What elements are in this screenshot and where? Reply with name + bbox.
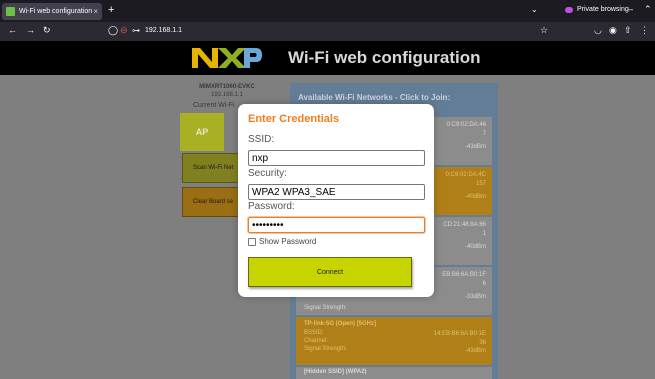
network-channel: 7 (482, 131, 486, 137)
shield-icon[interactable]: ◯ (108, 25, 118, 36)
browser-tab[interactable]: Wi-Fi web configuration × (2, 3, 102, 20)
tab-title: Wi-Fi web configuration (19, 8, 93, 15)
network-channel: 1 (482, 231, 486, 237)
modal-title: Enter Credentials (248, 113, 340, 125)
nxp-logo (192, 44, 262, 72)
device-ip: 192.168.1.1 (211, 92, 243, 98)
account-icon[interactable]: ◉ (609, 25, 617, 36)
credentials-modal: Enter Credentials SSID: nxp Security: WP… (238, 104, 434, 297)
clear-board-settings-button[interactable]: Clear Board se (182, 187, 240, 217)
network-signal-label: Signal Strength: (304, 305, 347, 311)
security-input[interactable]: WPA2 WPA3_SAE (248, 184, 425, 200)
device-name: MIMXRT1060-EVKC (199, 84, 255, 90)
network-channel-label: Channel: (304, 338, 329, 344)
network-channel: 36 (479, 340, 486, 346)
private-mask-icon (565, 6, 573, 13)
key-icon[interactable]: ⊶ (132, 26, 140, 35)
network-channel: 6 (482, 281, 486, 287)
password-input[interactable]: ••••••••• (248, 217, 425, 233)
pocket-icon[interactable]: ◡ (594, 25, 602, 36)
network-channel: 157 (475, 181, 486, 187)
security-label: Security: (248, 168, 287, 179)
network-ssid: TP-link-5G (Open) [5GHz] (304, 321, 376, 327)
show-password-label: Show Password (259, 237, 317, 246)
network-bssid-label: BSSID: (304, 330, 324, 336)
forward-arrow-icon[interactable]: → (26, 25, 35, 35)
tab-list-chevron-icon[interactable]: ⌄ (531, 5, 538, 14)
connect-button[interactable]: Connect (248, 257, 412, 287)
current-wifi-label: Current Wi-Fi (193, 102, 235, 109)
network-signal: -40dBm (464, 244, 486, 250)
network-ssid: [Hidden SSID] (WPA2) (304, 369, 367, 375)
network-bssid: CD:21:48:8A:66 (443, 222, 486, 228)
url-input[interactable]: 192.168.1.1 (145, 27, 182, 34)
private-browsing-indicator: Private browsing (565, 6, 629, 13)
new-tab-button[interactable]: + (108, 4, 114, 16)
tab-close-icon[interactable]: × (93, 7, 98, 16)
networks-header: Available Wi-Fi Networks - Click to Join… (298, 93, 451, 102)
bookmark-star-icon[interactable]: ☆ (540, 25, 548, 36)
site-favicon-icon (6, 7, 15, 16)
network-signal: -43dBm (464, 144, 486, 150)
menu-icon[interactable]: ⋮ (640, 25, 649, 36)
page-header: Wi-Fi web configuration (0, 41, 655, 75)
network-bssid: 0:C9:02:DA:4C (445, 172, 486, 178)
network-bssid: 0:C9:02:DA:46 (446, 122, 486, 128)
password-label: Password: (248, 201, 295, 212)
ssid-label: SSID: (248, 134, 275, 145)
network-bssid: EB:B6:6A:B0:1F (442, 272, 486, 278)
network-bssid: 14:EB:B6:6A:B0:1E (433, 331, 486, 337)
scan-wifi-button[interactable]: Scan Wi-Fi Net (182, 153, 240, 183)
ssid-input[interactable]: nxp (248, 150, 425, 166)
overflow-icon[interactable]: ⌃ (644, 4, 652, 15)
minimize-icon[interactable]: – (628, 4, 633, 14)
network-signal: -33dBm (464, 294, 486, 300)
ap-mode-indicator: AP (180, 113, 224, 151)
show-password-toggle[interactable]: Show Password (248, 237, 316, 246)
back-arrow-icon[interactable]: ← (8, 25, 17, 35)
browser-nav-bar: ← → ↻ ◯ ⊖ ⊶ 192.168.1.1 ☆ ◡ ◉ ⇧ ⋮ (0, 22, 655, 41)
network-signal: -43dBm (464, 348, 486, 354)
reload-icon[interactable]: ↻ (43, 25, 51, 36)
browser-tab-bar: Wi-Fi web configuration × + ⌄ Private br… (0, 0, 655, 22)
network-card[interactable]: TP-link-5G (Open) [5GHz] BSSID: Channel:… (296, 317, 492, 365)
extensions-icon[interactable]: ⇧ (624, 25, 632, 36)
show-password-checkbox[interactable] (248, 237, 256, 246)
network-signal: -40dBm (464, 194, 486, 200)
network-signal-label: Signal Strength: (304, 346, 347, 352)
private-browsing-label: Private browsing (577, 6, 629, 13)
device-info: MIMXRT1060-EVKC 192.168.1.1 (193, 83, 261, 99)
lock-warning-icon[interactable]: ⊖ (120, 25, 128, 36)
network-card[interactable]: [Hidden SSID] (WPA2) (296, 367, 492, 379)
page-title: Wi-Fi web configuration (288, 48, 481, 67)
